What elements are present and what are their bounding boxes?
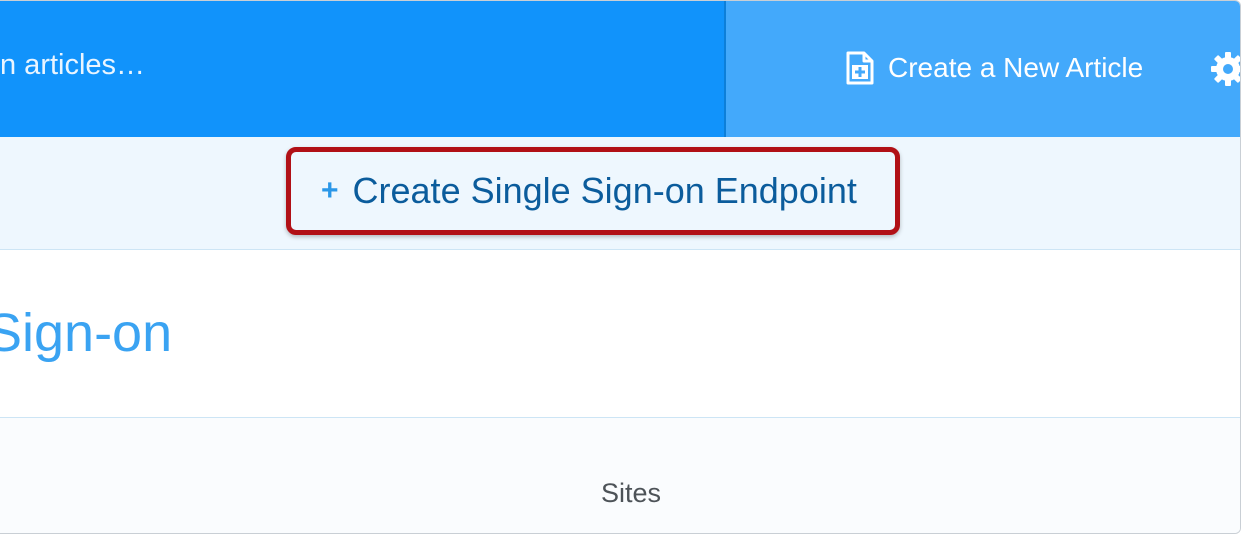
page-title: Sign-on bbox=[0, 303, 173, 363]
create-single-sign-on-endpoint-button[interactable]: + Create Single Sign-on Endpoint bbox=[286, 147, 900, 235]
new-article-panel: Create a New Article bbox=[726, 1, 1240, 137]
gear-icon[interactable] bbox=[1210, 51, 1240, 87]
sites-column-header: Sites bbox=[600, 478, 662, 508]
create-single-sign-on-endpoint-label: Create Single Sign-on Endpoint bbox=[352, 170, 857, 211]
search-input[interactable]: n articles… bbox=[0, 49, 700, 82]
plus-icon: + bbox=[321, 174, 339, 207]
search-bar[interactable]: n articles… bbox=[0, 1, 726, 137]
create-new-article-label: Create a New Article bbox=[888, 52, 1144, 83]
page-header: Sign-on bbox=[0, 250, 1240, 418]
top-navigation-bar: n articles… Create a New Article bbox=[0, 1, 1240, 137]
sites-section: Sites bbox=[0, 418, 1240, 533]
app-window: n articles… Create a New Article + Creat… bbox=[0, 0, 1241, 534]
create-new-article-button[interactable]: Create a New Article bbox=[846, 51, 1143, 85]
new-document-icon bbox=[846, 51, 874, 85]
action-bar: + Create Single Sign-on Endpoint bbox=[0, 137, 1240, 250]
